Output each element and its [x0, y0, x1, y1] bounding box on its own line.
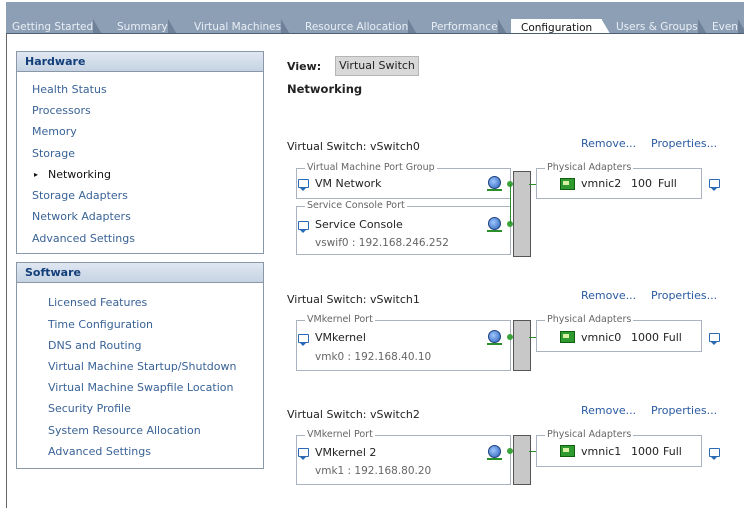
sw-time-configuration[interactable]: Time Configuration — [48, 318, 153, 331]
hw-health-status[interactable]: Health Status — [32, 83, 107, 96]
vmkernel2-ip: vmk1 : 192.168.80.20 — [315, 465, 432, 477]
service-console-name: Service Console — [315, 218, 403, 231]
vswitch2-remove-link[interactable]: Remove... — [581, 404, 636, 417]
tab-bar: Getting Started Summary Virtual Machines… — [6, 2, 744, 34]
comment-icon[interactable] — [709, 179, 720, 191]
vmnic0-duplex: Full — [663, 331, 682, 344]
tab-configuration[interactable]: Configuration — [511, 19, 613, 33]
sw-system-resource-allocation[interactable]: System Resource Allocation — [48, 424, 201, 437]
sw-advanced-settings[interactable]: Advanced Settings — [48, 445, 151, 458]
vmnic0-speed: 1000 — [631, 331, 659, 344]
tab-events[interactable]: Even — [712, 19, 744, 33]
vswitch0-properties-link[interactable]: Properties... — [651, 137, 717, 150]
port-globe-icon — [487, 176, 502, 191]
tab-resource-allocation[interactable]: Resource Allocation — [305, 19, 419, 33]
vswitch1-bar — [513, 320, 531, 371]
vswitch2-bar — [513, 435, 531, 485]
vswitch1-title: Virtual Switch: vSwitch1 — [287, 293, 420, 306]
comment-icon[interactable] — [298, 221, 309, 233]
physical-adapters-label: Physical Adapters — [545, 429, 634, 440]
sw-vm-swapfile-location[interactable]: Virtual Machine Swapfile Location — [48, 381, 233, 394]
section-title: Networking — [287, 82, 363, 96]
hw-network-adapters[interactable]: Network Adapters — [32, 210, 131, 223]
link-line — [510, 184, 511, 224]
sw-licensed-features[interactable]: Licensed Features — [48, 296, 147, 309]
tab-performance[interactable]: Performance — [431, 19, 508, 33]
hardware-header: Hardware — [17, 52, 263, 72]
vswitch1-vmkernel-port: VMkernel Port — [296, 314, 511, 371]
vswitch1-remove-link[interactable]: Remove... — [581, 289, 636, 302]
vmkernel-ip: vmk0 : 192.168.40.10 — [315, 351, 432, 363]
comment-icon[interactable] — [709, 333, 720, 345]
vswitch2-title: Virtual Switch: vSwitch2 — [287, 408, 420, 421]
view-virtual-switch-button[interactable]: Virtual Switch — [335, 56, 419, 76]
vswitch0-remove-link[interactable]: Remove... — [581, 137, 636, 150]
tab-users-groups[interactable]: Users & Groups — [616, 19, 708, 33]
hw-storage[interactable]: Storage — [32, 147, 75, 160]
software-header: Software — [17, 263, 263, 283]
sw-dns-routing[interactable]: DNS and Routing — [48, 339, 142, 352]
nic-icon — [560, 445, 575, 457]
sw-vm-startup-shutdown[interactable]: Virtual Machine Startup/Shutdown — [48, 360, 236, 373]
vmnic1-speed: 1000 — [631, 445, 659, 458]
comment-icon[interactable] — [298, 334, 309, 346]
port-group-label: Virtual Machine Port Group — [305, 162, 437, 173]
port-globe-icon — [487, 330, 502, 345]
vmnic0-name: vmnic0 — [581, 331, 622, 344]
port-globe-icon — [487, 445, 502, 460]
physical-adapters-label: Physical Adapters — [545, 162, 634, 173]
tab-virtual-machines[interactable]: Virtual Machines — [194, 19, 292, 33]
vmnic1-name: vmnic1 — [581, 445, 622, 458]
hw-advanced-settings[interactable]: Advanced Settings — [32, 232, 135, 245]
sw-security-profile[interactable]: Security Profile — [48, 402, 131, 415]
view-label: View: — [287, 60, 322, 73]
vmkernel2-name: VMkernel 2 — [315, 446, 377, 459]
hw-storage-adapters[interactable]: Storage Adapters — [32, 189, 128, 202]
vmnic2-duplex: Full — [658, 177, 677, 190]
port-group-label: VMkernel Port — [305, 314, 375, 325]
vmkernel-name: VMkernel — [315, 331, 366, 344]
nic-icon — [560, 178, 575, 190]
vmnic2-speed: 100 — [631, 177, 652, 190]
hw-processors[interactable]: Processors — [32, 104, 91, 117]
service-console-ip: vswif0 : 192.168.246.252 — [315, 237, 449, 249]
vswitch0-title: Virtual Switch: vSwitch0 — [287, 140, 420, 153]
physical-adapters-label: Physical Adapters — [545, 314, 634, 325]
hw-memory[interactable]: Memory — [32, 125, 77, 138]
vm-network-name: VM Network — [315, 177, 382, 190]
vswitch1-properties-link[interactable]: Properties... — [651, 289, 717, 302]
vswitch2-vmkernel-port: VMkernel Port — [296, 429, 511, 485]
selected-bullet-icon: ▸ — [34, 170, 39, 179]
hw-networking[interactable]: Networking — [48, 168, 111, 181]
nic-icon — [560, 331, 575, 343]
port-globe-icon — [487, 217, 502, 232]
comment-icon[interactable] — [709, 448, 720, 460]
port-group-label: Service Console Port — [305, 200, 407, 211]
port-group-label: VMkernel Port — [305, 429, 375, 440]
comment-icon[interactable] — [298, 448, 309, 460]
vmnic2-name: vmnic2 — [581, 177, 622, 190]
vmnic1-duplex: Full — [663, 445, 682, 458]
vswitch2-properties-link[interactable]: Properties... — [651, 404, 717, 417]
tab-summary[interactable]: Summary — [117, 19, 178, 33]
comment-icon[interactable] — [298, 179, 309, 191]
tab-getting-started[interactable]: Getting Started — [12, 19, 104, 33]
